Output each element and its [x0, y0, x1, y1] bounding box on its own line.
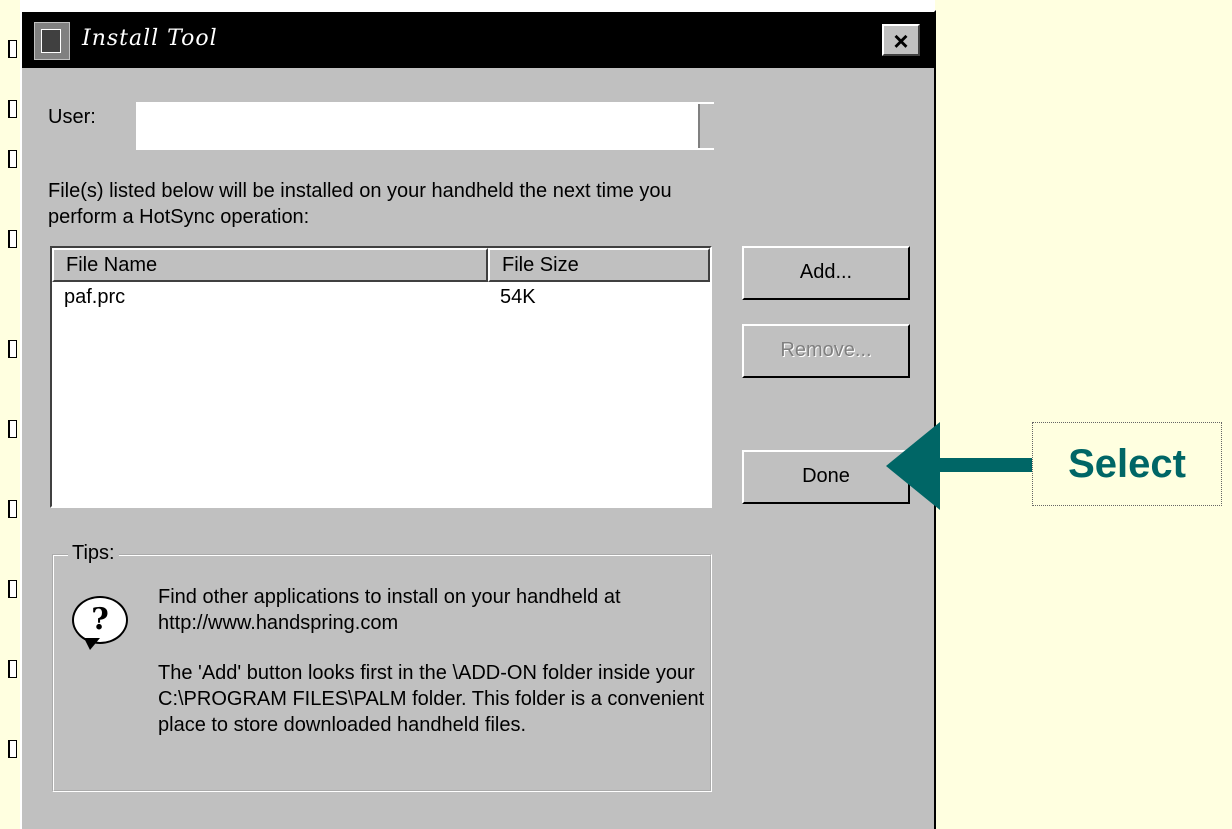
tips-group: Tips: ? Find other applications to insta…: [52, 542, 712, 792]
background-mark: [8, 420, 17, 438]
background-window-edge: [0, 0, 20, 829]
column-header-file-size[interactable]: File Size: [488, 248, 710, 282]
select-callout: Select: [1032, 422, 1222, 506]
user-select[interactable]: [136, 102, 714, 150]
add-button[interactable]: Add...: [742, 246, 910, 300]
column-header-file-name[interactable]: File Name: [52, 248, 488, 282]
instructions-text: File(s) listed below will be installed o…: [48, 180, 672, 228]
tips-paragraph: Find other applications to install on yo…: [158, 586, 621, 634]
arrow-icon: [886, 422, 940, 510]
title-bar[interactable]: Install Tool ×: [22, 12, 934, 68]
window-title: Install Tool: [82, 26, 218, 51]
background-mark: [8, 340, 17, 358]
app-icon: [34, 22, 70, 60]
background-mark: [8, 40, 17, 58]
file-list-header: File Name File Size: [52, 248, 710, 282]
background-mark: [8, 100, 17, 118]
arrow-shaft: [936, 458, 1032, 472]
question-icon: ?: [72, 596, 128, 650]
tips-legend: Tips:: [68, 542, 119, 565]
background-mark: [8, 580, 17, 598]
background-mark: [8, 150, 17, 168]
done-button[interactable]: Done: [742, 450, 910, 504]
background-mark: [8, 660, 17, 678]
chevron-down-icon[interactable]: [698, 104, 714, 148]
close-button[interactable]: ×: [882, 24, 920, 56]
tips-text: Find other applications to install on yo…: [158, 584, 708, 762]
file-size-cell: 54K: [500, 286, 536, 308]
remove-button[interactable]: Remove...: [742, 324, 910, 378]
user-label: User:: [48, 106, 96, 128]
file-name-cell: paf.prc: [64, 286, 126, 308]
tips-paragraph: The 'Add' button looks first in the \ADD…: [158, 662, 705, 736]
table-row[interactable]: paf.prc 54K: [52, 284, 710, 312]
background-mark: [8, 740, 17, 758]
background-mark: [8, 230, 17, 248]
install-tool-dialog: Install Tool × User: File(s) listed belo…: [20, 10, 936, 829]
background-mark: [8, 500, 17, 518]
file-list[interactable]: File Name File Size paf.prc 54K: [50, 246, 712, 508]
